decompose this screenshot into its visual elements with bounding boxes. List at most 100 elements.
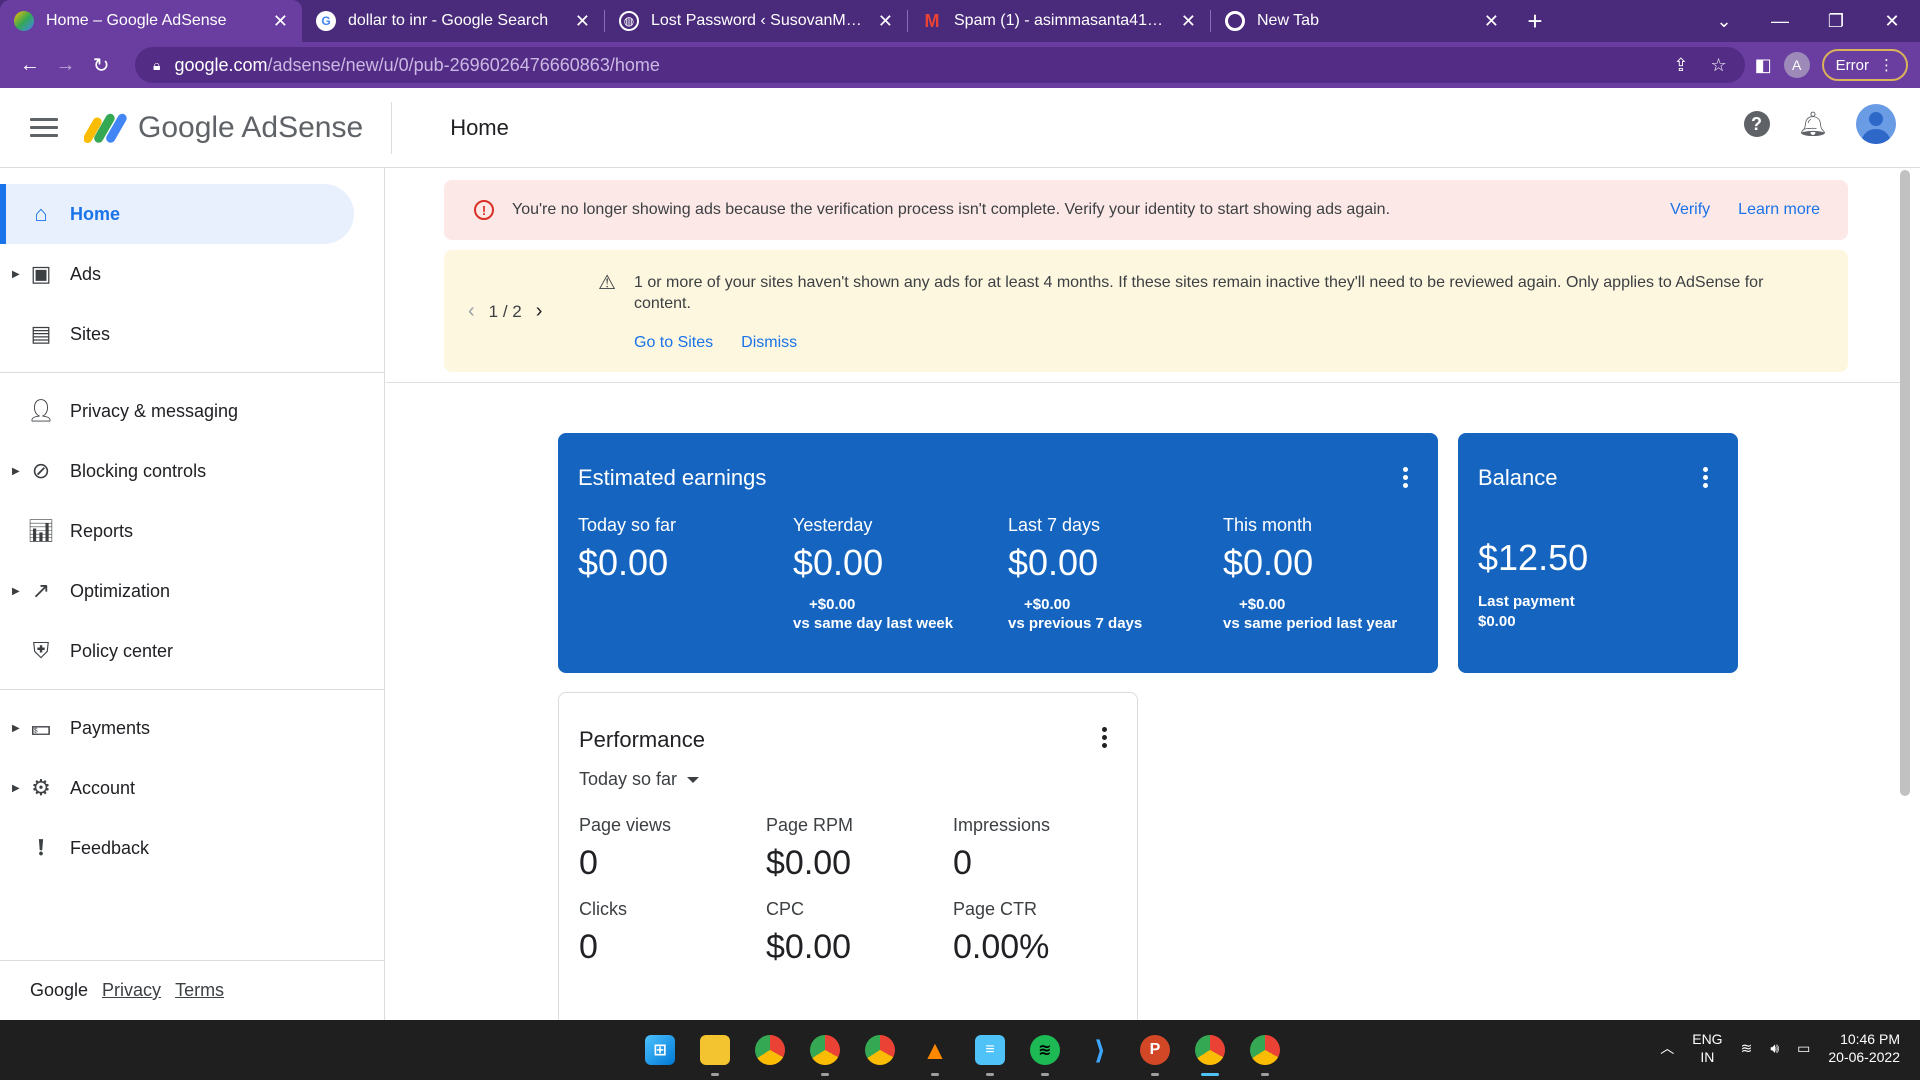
balance-card: Balance $12.50 Last payment $0.00 [1458,433,1738,673]
volume-icon[interactable]: 🔊︎ [1770,1040,1779,1057]
warning-banner-text: 1 or more of your sites haven't shown an… [634,274,1764,312]
account-avatar[interactable] [1856,104,1896,144]
share-icon[interactable]: ⇪ [1673,55,1688,76]
sidebar-item-policy[interactable]: ⛨ Policy center [0,621,384,681]
sidebar-item-account[interactable]: ▶ ⚙ Account [0,758,384,818]
adsense-logo[interactable]: Google AdSense [84,108,363,148]
warning-icon: ⚠ [598,272,616,294]
taskbar-chrome[interactable] [750,1030,790,1070]
chrome-icon [755,1035,785,1065]
taskbar-vscode[interactable]: ⟩ [1080,1030,1120,1070]
adsense-favicon-icon [14,11,34,31]
forward-arrow-icon[interactable]: → [48,47,84,83]
privacy-link[interactable]: Privacy [102,980,161,1001]
minimize-button[interactable]: — [1752,0,1808,42]
address-bar[interactable]: 🔒︎ google.com /adsense/new/u/0/pub-26960… [135,47,1745,83]
side-panel-icon[interactable]: ◧ [1755,55,1772,76]
sidebar-item-payments[interactable]: ▶ 💵︎ Payments [0,698,384,758]
battery-icon[interactable]: ▭ [1797,1040,1810,1057]
folder-icon [700,1035,730,1065]
bookmark-star-icon[interactable]: ☆ [1711,55,1727,76]
notifications-bell-icon[interactable]: 🔔︎ [1798,110,1828,139]
chevron-right-icon[interactable]: › [536,300,543,323]
more-vert-icon[interactable] [1403,467,1408,488]
new-tab-button[interactable]: + [1513,0,1557,42]
learn-more-link[interactable]: Learn more [1738,201,1820,219]
taskbar-chrome-profile-3[interactable] [860,1030,900,1070]
dismiss-link[interactable]: Dismiss [741,334,797,352]
sidebar-item-privacy[interactable]: 👤︎ Privacy & messaging [0,381,384,441]
help-icon[interactable]: ? [1743,111,1770,137]
taskbar-notepad[interactable]: ≡ [970,1030,1010,1076]
language-indicator[interactable]: ENG IN [1692,1030,1722,1066]
sidebar-item-blocking[interactable]: ▶ ⊘ Blocking controls [0,441,384,501]
wifi-icon[interactable]: ≋ [1741,1040,1753,1057]
clock[interactable]: 10:46 PM 20-06-2022 [1828,1030,1900,1066]
date-range-dropdown[interactable]: Today so far [579,769,700,790]
close-window-button[interactable]: ✕ [1864,0,1920,42]
close-tab-icon[interactable]: ✕ [1484,11,1499,32]
chevron-up-icon[interactable]: ︿ [1660,1038,1674,1058]
more-vert-icon[interactable] [1102,727,1107,748]
terms-link[interactable]: Terms [175,980,224,1001]
expand-caret-icon[interactable]: ▶ [12,723,20,734]
lock-icon[interactable]: 🔒︎ [153,57,160,74]
sidebar-item-home[interactable]: ⌂ Home [0,184,354,244]
sidebar-item-label: Blocking controls [70,460,207,481]
taskbar-vlc[interactable]: ▲ [915,1030,955,1076]
reload-icon[interactable]: ↻ [83,47,119,83]
app-header: Google AdSense Home ? 🔔︎ [0,88,1920,168]
start-button[interactable]: ⊞ [640,1030,680,1070]
profile-avatar[interactable]: A [1783,52,1810,78]
close-tab-icon[interactable]: ✕ [1181,11,1196,32]
url-path: /adsense/new/u/0/pub-2696026476660863/ho… [267,54,660,75]
tab-search-icon[interactable]: ⌄ [1696,0,1752,42]
tab-title: dollar to inr - Google Search [348,12,549,29]
more-vert-icon[interactable] [1703,467,1708,488]
tab-title: Lost Password ‹ SusovanMobile – [651,12,868,29]
tab-google-search[interactable]: G dollar to inr - Google Search ✕ [302,0,604,42]
tab-adsense-home[interactable]: Home – Google AdSense ✕ [0,0,302,42]
close-tab-icon[interactable]: ✕ [575,11,590,32]
expand-caret-icon[interactable]: ▶ [12,783,20,794]
tab-new-tab[interactable]: New Tab ✕ [1211,0,1513,42]
restore-button[interactable]: ❐ [1808,0,1864,42]
taskbar-file-explorer[interactable] [695,1030,735,1076]
tab-lost-password[interactable]: ◍ Lost Password ‹ SusovanMobile – ✕ [605,0,907,42]
sidebar-item-label: Sites [70,323,111,344]
expand-caret-icon[interactable]: ▶ [12,466,20,477]
metric-label: Today so far [578,515,677,535]
expand-caret-icon[interactable]: ▶ [12,269,20,280]
metric-change: +$0.00 [809,596,856,613]
taskbar-chrome-active[interactable] [1190,1030,1230,1076]
page-scrollbar[interactable] [1900,170,1910,796]
error-status-button[interactable]: Error ⋮ [1821,49,1908,81]
taskbar-chrome-profile-p[interactable] [1245,1030,1285,1076]
chevron-left-icon[interactable]: ‹ [468,300,475,323]
browser-toolbar: ← → ↻ 🔒︎ google.com /adsense/new/u/0/pub… [0,42,1920,88]
metric-label: Page views [579,815,672,835]
sidebar-item-sites[interactable]: ▤ Sites [0,304,384,364]
close-tab-icon[interactable]: ✕ [878,11,893,32]
expand-caret-icon[interactable]: ▶ [12,586,20,597]
earnings-metric-today: Today so far $0.00 [578,515,778,584]
tab-gmail-spam[interactable]: M Spam (1) - asimmasanta410@gm ✕ [908,0,1210,42]
sidebar-item-ads[interactable]: ▶ ▣ Ads [0,244,384,304]
back-arrow-icon[interactable]: ← [12,47,48,83]
metric-value: 0 [579,928,598,966]
inactive-sites-warning-banner: ‹ 1 / 2 › ⚠ 1 or more of your sites have… [444,250,1848,372]
header-actions: ? 🔔︎ [1743,104,1896,144]
taskbar-chrome-profile-2[interactable] [805,1030,845,1076]
taskbar-powerpoint[interactable]: P [1135,1030,1175,1076]
close-tab-icon[interactable]: ✕ [273,11,288,32]
sidebar-item-reports[interactable]: 📊︎ Reports [0,501,384,561]
metric-compare: vs same period last year [1223,615,1398,632]
nav-divider [0,689,384,690]
go-to-sites-link[interactable]: Go to Sites [634,334,713,352]
sidebar-item-label: Reports [70,520,134,541]
verify-link[interactable]: Verify [1670,201,1710,219]
taskbar-spotify[interactable]: ≋ [1025,1030,1065,1076]
sidebar-item-feedback[interactable]: ❗︎ Feedback [0,818,384,878]
menu-icon[interactable] [30,118,58,137]
sidebar-item-optimization[interactable]: ▶ ↗ Optimization [0,561,384,621]
